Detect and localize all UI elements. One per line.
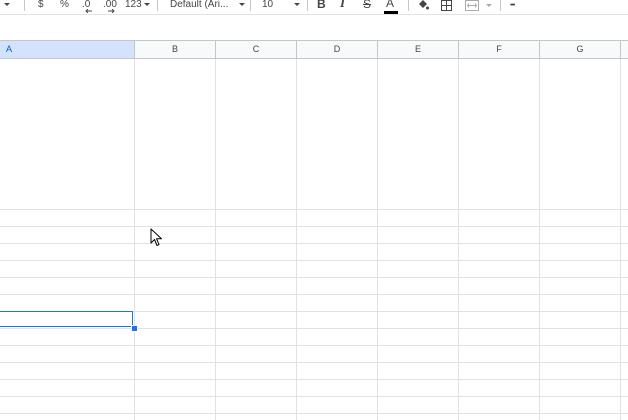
- column-header-d[interactable]: D: [297, 40, 378, 59]
- column-header-c[interactable]: C: [216, 40, 297, 59]
- font-size-dropdown[interactable]: [292, 0, 300, 12]
- column-header-g[interactable]: G: [540, 40, 621, 59]
- column-header-e[interactable]: E: [378, 40, 459, 59]
- grid-line: [0, 345, 628, 346]
- mouse-pointer-icon: [150, 228, 162, 246]
- font-size-field[interactable]: 10: [262, 0, 273, 12]
- grid-line: [620, 59, 621, 420]
- column-header-a[interactable]: A: [0, 40, 135, 59]
- number-format-dropdown[interactable]: 123: [125, 0, 150, 12]
- grid-line: [0, 362, 628, 363]
- grid-line: [0, 294, 628, 295]
- grid-line: [0, 243, 628, 244]
- increase-decimal-button[interactable]: .00: [103, 0, 117, 13]
- percent-format-button[interactable]: %: [60, 0, 69, 12]
- toolbar-divider: [24, 0, 25, 11]
- grid-line: [134, 59, 135, 420]
- toolbar-divider: [250, 0, 251, 11]
- toolbar-divider: [157, 0, 158, 11]
- more-options-button[interactable]: •••: [510, 1, 515, 13]
- grid-line: [0, 209, 628, 210]
- grid-line: [0, 379, 628, 380]
- toolbar-divider: [408, 0, 409, 11]
- toolbar-divider: [500, 0, 501, 11]
- grid-line: [0, 226, 628, 227]
- grid-line: [215, 59, 216, 420]
- caret-down-icon[interactable]: [2, 0, 10, 12]
- font-family-dropdown[interactable]: Default (Ari...: [170, 0, 246, 12]
- cell-grid[interactable]: [0, 59, 628, 420]
- selected-cell[interactable]: [0, 311, 133, 327]
- toolbar-divider: [307, 0, 308, 11]
- bold-button[interactable]: B: [317, 0, 326, 11]
- grid-line: [0, 260, 628, 261]
- caret-down-icon: [485, 4, 492, 7]
- text-color-button[interactable]: A: [386, 0, 394, 10]
- currency-format-button[interactable]: $: [38, 0, 44, 12]
- font-family-value: Default (Ari...: [170, 0, 229, 10]
- caret-down-icon: [294, 2, 300, 6]
- caret-down-icon: [239, 2, 246, 6]
- grid-line: [377, 59, 378, 420]
- grid-line: [539, 59, 540, 420]
- number-format-label: 123: [125, 0, 142, 10]
- grid-line: [0, 413, 628, 414]
- arrow-left-icon: [85, 9, 92, 13]
- grid-line: [0, 328, 628, 329]
- grid-line: [458, 59, 459, 420]
- grid-line: [0, 277, 628, 278]
- column-header-f[interactable]: F: [459, 40, 540, 59]
- strikethrough-button[interactable]: S: [363, 0, 371, 11]
- grid-line: [0, 396, 628, 397]
- toolbar: $ % .0 .00 123 Default (Ari... 10 B I S …: [0, 0, 628, 14]
- italic-button[interactable]: I: [340, 0, 345, 10]
- fill-handle[interactable]: [131, 325, 138, 332]
- caret-down-icon: [143, 2, 150, 6]
- borders-icon[interactable]: [441, 0, 452, 12]
- decrease-decimal-button[interactable]: .0: [82, 0, 92, 13]
- column-header-partial[interactable]: [621, 40, 628, 59]
- arrow-right-icon: [108, 9, 115, 13]
- paint-bucket-icon[interactable]: [417, 0, 429, 12]
- grid-line: [296, 59, 297, 420]
- merge-cells-icon[interactable]: [465, 0, 492, 12]
- column-header-b[interactable]: B: [135, 40, 216, 59]
- formula-bar-area: [0, 14, 628, 41]
